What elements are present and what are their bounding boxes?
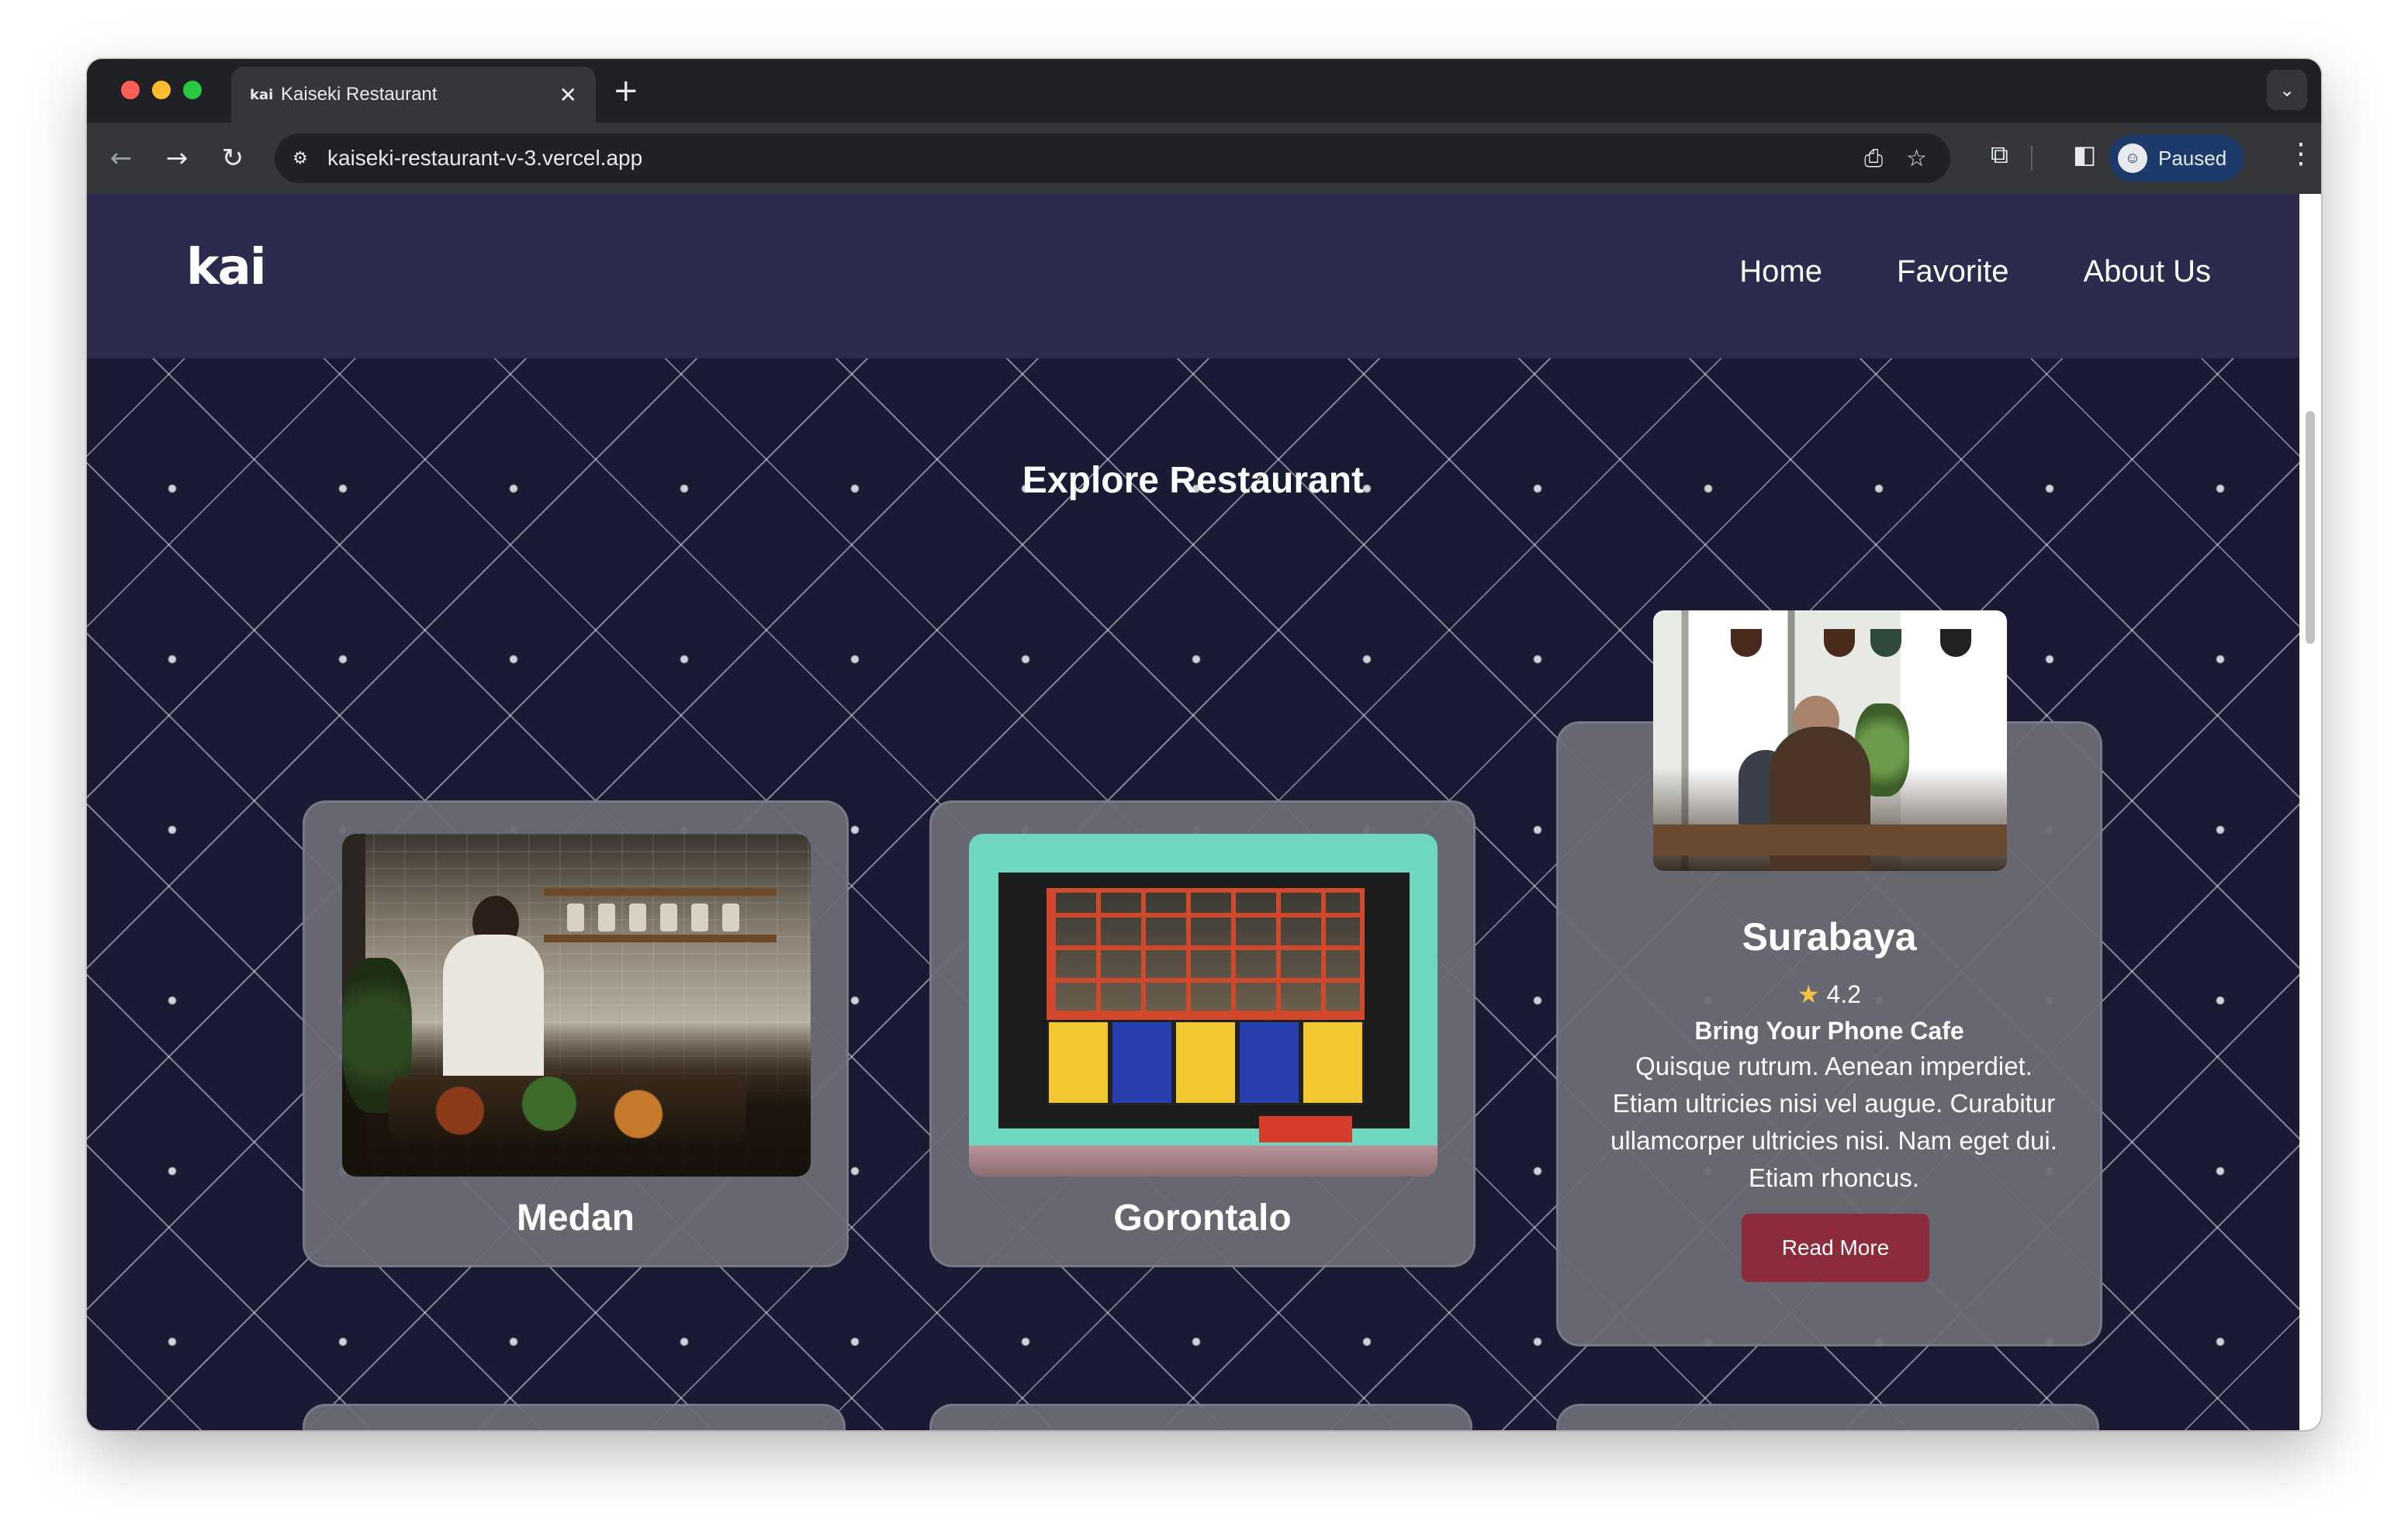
extensions-icon[interactable]: ⧉ — [1991, 140, 2008, 170]
address-bar[interactable]: ⚙ kaiseki-restaurant-v-3.vercel.app ⎙ ☆ — [275, 133, 1950, 183]
restaurant-card-medan[interactable]: Medan — [303, 800, 849, 1267]
new-tab-button[interactable]: + — [613, 73, 639, 109]
install-app-icon[interactable]: ⎙ — [1864, 145, 1883, 172]
restaurant-name-medan: Medan — [516, 1197, 635, 1239]
nav-favorite-link[interactable]: Favorite — [1897, 254, 2009, 289]
image-panel — [1237, 1020, 1301, 1105]
maximize-window-button[interactable] — [183, 81, 202, 99]
restaurant-rating: ★ 4.2 — [1559, 980, 2100, 1009]
restaurant-card-next[interactable] — [303, 1404, 846, 1430]
image-jar — [691, 904, 708, 931]
scrollbar-thumb[interactable] — [2306, 411, 2315, 644]
page-scrollbar[interactable] — [2299, 194, 2321, 1430]
chevron-down-icon: ⌄ — [2278, 79, 2296, 101]
bookmark-star-icon[interactable]: ☆ — [1906, 145, 1927, 172]
image-panel — [1110, 1020, 1174, 1105]
image-jar — [660, 904, 677, 931]
back-arrow-icon[interactable]: ← — [102, 140, 140, 177]
rating-value: 4.2 — [1826, 980, 1862, 1008]
restaurant-card-surabaya[interactable]: Surabaya ★ 4.2 Bring Your Phone Cafe Qui… — [1556, 610, 2102, 1346]
site-info-icon[interactable]: ⚙ — [287, 145, 313, 171]
main-nav: Home Favorite About Us — [1739, 254, 2211, 289]
profile-avatar-icon: ☺ — [2118, 143, 2147, 173]
image-panel — [1301, 1020, 1365, 1105]
restaurant-image-surabaya — [1653, 610, 2007, 871]
image-shelf — [544, 935, 777, 942]
restaurant-description: Quisque rutrum. Aenean imperdiet. Etiam … — [1611, 1052, 2057, 1192]
browser-window: kai Kaiseki Restaurant ✕ + ⌄ ← → ↻ ⚙ kai… — [87, 59, 2321, 1430]
toolbar-divider — [2031, 146, 2033, 171]
image-lamp — [1824, 610, 1855, 657]
nav-home-link[interactable]: Home — [1739, 254, 1822, 289]
tab-favicon-icon: kai — [250, 86, 274, 103]
image-panel — [1174, 1020, 1237, 1105]
restaurant-card-next[interactable] — [1556, 1404, 2099, 1430]
restaurant-name-surabaya: Surabaya — [1742, 915, 1917, 959]
restaurant-subtitle: Bring Your Phone Cafe — [1694, 1017, 1964, 1045]
nav-about-link[interactable]: About Us — [2083, 254, 2211, 289]
forward-arrow-icon[interactable]: → — [158, 140, 195, 177]
image-lamp — [1940, 610, 1971, 657]
tab-close-icon[interactable]: ✕ — [559, 82, 577, 108]
restaurant-card-next[interactable] — [929, 1404, 1472, 1430]
profile-button[interactable]: ☺ Paused — [2109, 135, 2244, 181]
restaurant-image-gorontalo — [969, 834, 1438, 1177]
image-panel — [1047, 1020, 1110, 1105]
side-panel-icon[interactable]: ◧ — [2073, 140, 2096, 169]
site-logo[interactable]: kai — [186, 239, 267, 296]
image-jar — [722, 904, 739, 931]
tab-title: Kaiseki Restaurant — [281, 84, 438, 105]
site-header: kai Home Favorite About Us — [87, 194, 2299, 358]
image-jar — [598, 904, 615, 931]
tab-bar: kai Kaiseki Restaurant ✕ + ⌄ — [87, 59, 2321, 123]
active-tab[interactable]: kai Kaiseki Restaurant ✕ — [231, 67, 596, 123]
restaurant-image-medan — [342, 834, 811, 1177]
image-jar — [629, 904, 646, 931]
image-red-block — [1259, 1116, 1352, 1142]
image-lamp — [1870, 610, 1901, 657]
restaurant-card-gorontalo[interactable]: Gorontalo — [929, 800, 1476, 1267]
page-viewport: kai Home Favorite About Us Explore Resta… — [87, 194, 2299, 1430]
close-window-button[interactable] — [121, 81, 140, 99]
browser-toolbar: ← → ↻ ⚙ kaiseki-restaurant-v-3.vercel.ap… — [87, 123, 2321, 194]
tab-search-button[interactable]: ⌄ — [2267, 70, 2307, 110]
minimize-window-button[interactable] — [152, 81, 171, 99]
image-food — [389, 1076, 746, 1146]
profile-status-label: Paused — [2158, 146, 2227, 170]
image-step — [969, 1146, 1438, 1177]
image-jar — [567, 904, 584, 931]
more-menu-icon[interactable]: ⋮ — [2287, 138, 2315, 170]
image-table — [1653, 824, 2007, 855]
star-icon: ★ — [1797, 980, 1820, 1009]
explore-title: Explore Restaurant — [1022, 460, 1365, 501]
read-more-button[interactable]: Read More — [1742, 1214, 1929, 1282]
image-shop-panels — [1047, 1020, 1365, 1105]
image-lamp — [1731, 610, 1762, 657]
image-shop-window — [1047, 888, 1365, 1020]
restaurant-name-gorontalo: Gorontalo — [1113, 1197, 1292, 1239]
image-shelf — [544, 888, 777, 896]
url-text[interactable]: kaiseki-restaurant-v-3.vercel.app — [327, 146, 1864, 171]
reload-icon[interactable]: ↻ — [214, 140, 251, 177]
